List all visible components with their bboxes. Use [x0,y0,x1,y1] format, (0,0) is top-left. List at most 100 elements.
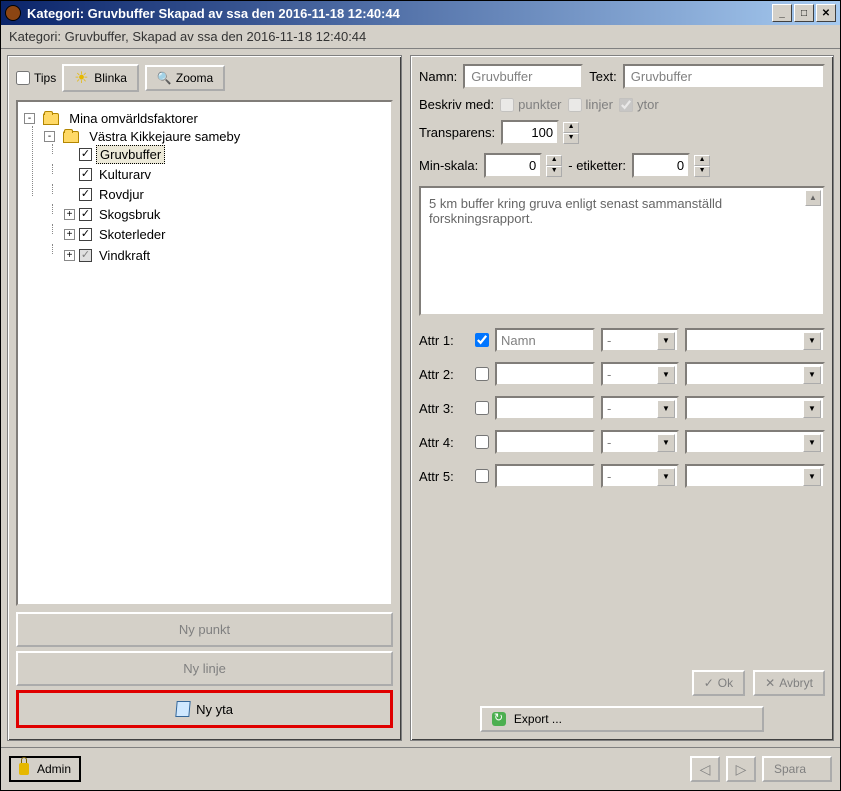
punkter-checkbox[interactable]: punkter [500,97,561,112]
attr-op-dropdown[interactable]: - [601,464,679,488]
attr-value-dropdown[interactable] [685,396,825,420]
check-icon: ✓ [704,676,714,690]
expand-icon[interactable]: + [64,229,75,240]
next-button[interactable]: ▷ [726,756,756,782]
scroll-up-icon[interactable]: ▲ [805,190,821,206]
export-icon [492,712,506,726]
linjer-checkbox[interactable]: linjer [568,97,613,112]
attr-name-input[interactable] [495,464,595,488]
text-input[interactable] [623,64,825,89]
tips-checkbox[interactable]: Tips [16,71,56,85]
folder-icon [63,131,79,143]
tree-item[interactable]: Rovdjur [64,184,387,204]
collapse-icon[interactable]: - [44,131,55,142]
sun-icon [74,70,90,86]
spin-up-icon[interactable]: ▲ [563,122,579,133]
tree-root[interactable]: - Mina omvärldsfaktorer - Västra Kikkeja… [24,108,387,269]
attr-checkbox[interactable] [475,469,489,483]
attr-op-dropdown[interactable]: - [601,362,679,386]
tree-checkbox[interactable] [79,208,92,221]
app-icon [5,5,21,21]
minskala-spinner[interactable]: ▲ ▼ [546,155,562,177]
ny-yta-button[interactable]: Ny yta [16,690,393,728]
attr-label: Attr 5: [419,469,469,484]
attr-name-input[interactable] [495,362,595,386]
etiketter-input[interactable] [632,153,690,178]
export-button[interactable]: Export ... [480,706,764,732]
attr-value-dropdown[interactable] [685,430,825,454]
tree-item[interactable]: Gruvbuffer [64,144,387,164]
attr-row: Attr 3:- [419,396,825,420]
prev-button[interactable]: ◁ [690,756,720,782]
attr-name-input[interactable]: Namn [495,328,595,352]
attr-checkbox[interactable] [475,367,489,381]
folder-icon [43,113,59,125]
beskriv-label: Beskriv med: [419,97,494,112]
attr-row: Attr 1: Namn- [419,328,825,352]
tree-group[interactable]: - Västra Kikkejaure sameby GruvbufferKul… [44,126,387,266]
attr-checkbox[interactable] [475,435,489,449]
tree-item[interactable]: +Skogsbruk [64,204,387,224]
attr-label: Attr 1: [419,333,469,348]
tree-item[interactable]: +Skoterleder [64,224,387,244]
attr-op-dropdown[interactable]: - [601,430,679,454]
ytor-checkbox[interactable]: ytor [619,97,659,112]
tree-checkbox[interactable] [79,249,92,262]
attr-name-input[interactable] [495,430,595,454]
expand-icon[interactable]: + [64,250,75,261]
ny-linje-button[interactable]: Ny linje [16,651,393,686]
attr-row: Attr 4: - [419,430,825,454]
collapse-icon[interactable]: - [24,113,35,124]
transparens-input[interactable] [501,120,559,145]
spin-down-icon[interactable]: ▼ [563,133,579,144]
attr-value-dropdown[interactable] [685,362,825,386]
titlebar: Kategori: Gruvbuffer Skapad av ssa den 2… [1,1,840,25]
tree-checkbox[interactable] [79,228,92,241]
attr-row: Attr 5: - [419,464,825,488]
subtitle-bar: Kategori: Gruvbuffer, Skapad av ssa den … [1,25,840,49]
tree-checkbox[interactable] [79,168,92,181]
blinka-button[interactable]: Blinka [62,64,139,92]
attr-label: Attr 4: [419,435,469,450]
attr-value-dropdown[interactable] [685,328,825,352]
tree-item-label: Vindkraft [96,247,153,264]
tree-checkbox[interactable] [79,148,92,161]
spin-down-icon[interactable]: ▼ [694,166,710,177]
minskala-input[interactable] [484,153,542,178]
tree-item[interactable]: + Vindkraft [64,244,387,264]
close-button[interactable]: ✕ [816,4,836,22]
attr-op-dropdown[interactable]: - [601,328,679,352]
spin-up-icon[interactable]: ▲ [546,155,562,166]
attr-label: Attr 2: [419,367,469,382]
etiketter-spinner[interactable]: ▲ ▼ [694,155,710,177]
attr-op-dropdown[interactable]: - [601,396,679,420]
tree-view[interactable]: - Mina omvärldsfaktorer - Västra Kikkeja… [16,100,393,606]
transparens-spinner[interactable]: ▲ ▼ [563,122,579,144]
cancel-icon: ✕ [765,676,775,690]
attr-name-input[interactable] [495,396,595,420]
admin-button[interactable]: Admin [9,756,81,782]
ny-punkt-button[interactable]: Ny punkt [16,612,393,647]
main-window: Kategori: Gruvbuffer Skapad av ssa den 2… [0,0,841,791]
ok-button[interactable]: ✓ Ok [692,670,745,696]
tree-item-label: Rovdjur [96,186,147,203]
attr-checkbox[interactable] [475,401,489,415]
namn-input[interactable] [463,64,583,89]
tree-item-label: Kulturarv [96,166,154,183]
zooma-button[interactable]: Zooma [145,65,225,91]
attr-value-dropdown[interactable] [685,464,825,488]
spara-button[interactable]: Spara [762,756,832,782]
maximize-button[interactable]: □ [794,4,814,22]
namn-label: Namn: [419,69,457,84]
minimize-button[interactable]: _ [772,4,792,22]
spin-down-icon[interactable]: ▼ [546,166,562,177]
description-textarea[interactable]: 5 km buffer kring gruva enligt senast sa… [419,186,825,316]
attr-checkbox[interactable] [475,333,489,347]
left-panel: Tips Blinka Zooma - Mi [7,55,402,741]
tips-label: Tips [34,71,56,85]
avbryt-button[interactable]: ✕ Avbryt [753,670,825,696]
expand-icon[interactable]: + [64,209,75,220]
tree-checkbox[interactable] [79,188,92,201]
spin-up-icon[interactable]: ▲ [694,155,710,166]
tree-item[interactable]: Kulturarv [64,164,387,184]
